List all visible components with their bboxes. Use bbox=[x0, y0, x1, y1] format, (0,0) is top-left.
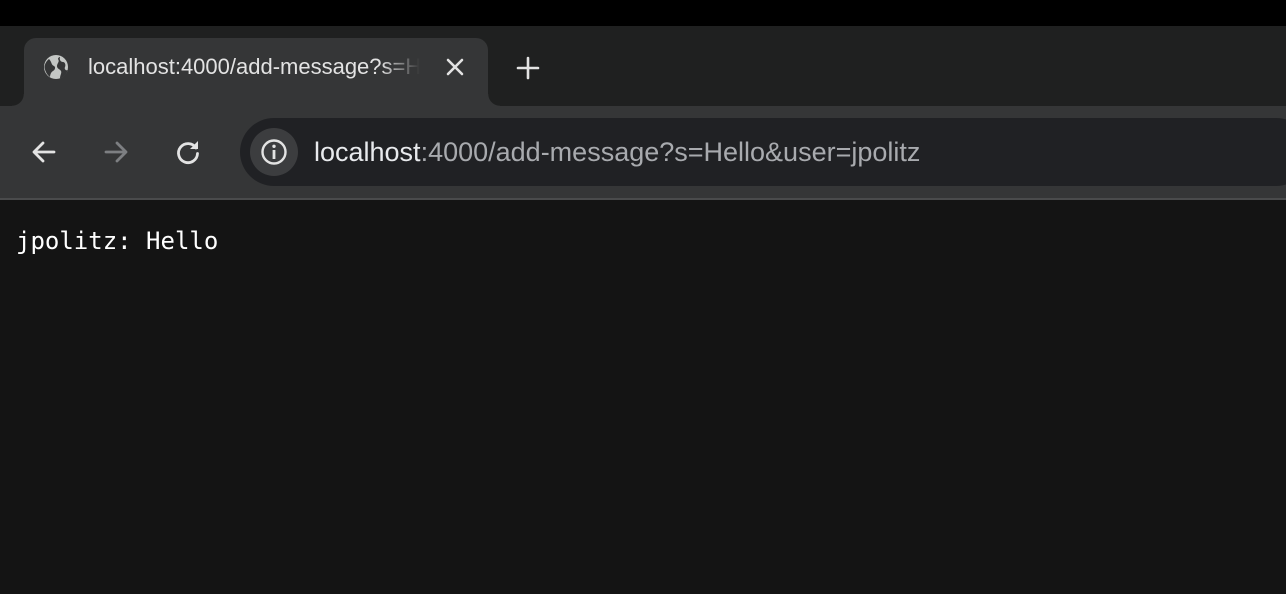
plus-icon[interactable] bbox=[510, 50, 546, 86]
address-bar[interactable]: localhost:4000/add-message?s=Hello&user=… bbox=[240, 118, 1286, 186]
url-path: :4000/add-message?s=Hello&user=jpolitz bbox=[420, 137, 921, 167]
reload-icon[interactable] bbox=[170, 134, 206, 170]
tab-title: localhost:4000/add-message?s=Hello&user=… bbox=[88, 54, 420, 79]
active-tab[interactable]: localhost:4000/add-message?s=Hello&user=… bbox=[12, 38, 500, 106]
close-icon[interactable] bbox=[440, 52, 470, 82]
window-top-strip bbox=[0, 0, 1286, 26]
url-text[interactable]: localhost:4000/add-message?s=Hello&user=… bbox=[314, 137, 920, 167]
arrow-left-icon[interactable] bbox=[26, 134, 62, 170]
message-text: jpolitz: Hello bbox=[16, 227, 219, 255]
tab-strip: localhost:4000/add-message?s=Hello&user=… bbox=[0, 26, 1286, 106]
globe-icon bbox=[42, 53, 70, 81]
info-icon[interactable] bbox=[250, 128, 298, 176]
page-content: jpolitz: Hello bbox=[0, 200, 1286, 594]
browser-toolbar: localhost:4000/add-message?s=Hello&user=… bbox=[0, 106, 1286, 198]
arrow-right-icon[interactable] bbox=[98, 134, 134, 170]
url-host: localhost bbox=[314, 137, 421, 167]
